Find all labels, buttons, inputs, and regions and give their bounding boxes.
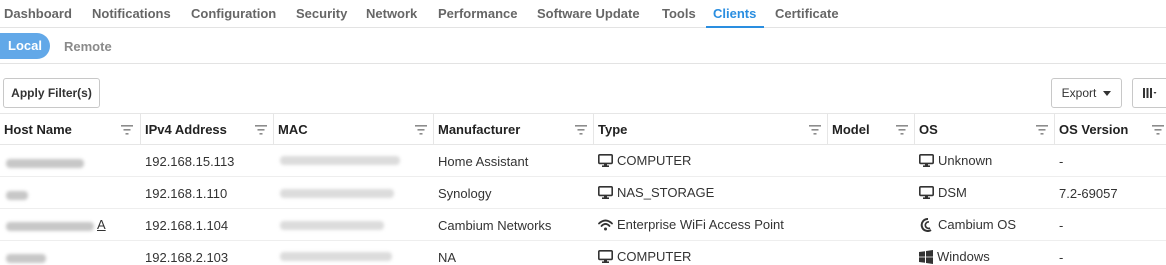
column-header-os[interactable]: OS xyxy=(914,114,1054,145)
redacted-host-name xyxy=(6,222,94,231)
column-header-ipv4-address[interactable]: IPv4 Address xyxy=(140,114,273,145)
column-label: Type xyxy=(598,122,628,137)
tab-clients[interactable]: Clients xyxy=(713,6,756,21)
column-label: Manufacturer xyxy=(438,122,521,137)
column-header-mac[interactable]: MAC xyxy=(273,114,433,145)
tab-network[interactable]: Network xyxy=(366,6,417,21)
manufacturer-cell: Home Assistant xyxy=(438,154,529,169)
redacted-mac xyxy=(280,156,400,165)
column-header-os-version[interactable]: OS Version xyxy=(1054,114,1166,145)
type-cell: COMPUTER xyxy=(598,249,691,264)
export-button[interactable]: Export xyxy=(1051,78,1122,108)
type-cell: Enterprise WiFi Access Point xyxy=(598,217,784,232)
tab-dashboard[interactable]: Dashboard xyxy=(4,6,72,21)
column-header-model[interactable]: Model xyxy=(827,114,914,145)
monitor-icon xyxy=(919,186,934,199)
column-label: Host Name xyxy=(4,122,72,137)
apply-filters-label: Apply Filter(s) xyxy=(11,86,92,100)
redacted-mac xyxy=(280,252,392,261)
monitor-icon xyxy=(598,186,613,199)
redacted-mac xyxy=(280,221,384,230)
column-header-type[interactable]: Type xyxy=(593,114,827,145)
redacted-host-name xyxy=(6,191,28,200)
sub-navigation: Local Remote xyxy=(0,28,1166,64)
tab-certificate[interactable]: Certificate xyxy=(775,6,839,21)
column-filter-icon[interactable] xyxy=(121,125,133,135)
column-chooser-icon xyxy=(1142,88,1156,98)
subtab-local[interactable]: Local xyxy=(0,33,50,59)
column-label: OS Version xyxy=(1059,122,1129,137)
monitor-icon xyxy=(598,154,613,167)
wifi-icon xyxy=(598,219,613,230)
table-row[interactable]: 192.168.2.103 NA COMPUTER Windows - xyxy=(0,241,1166,265)
column-filter-icon[interactable] xyxy=(1152,125,1164,135)
os-version-cell: - xyxy=(1059,154,1064,169)
column-filter-icon[interactable] xyxy=(575,125,587,135)
column-filter-icon[interactable] xyxy=(896,125,908,135)
manufacturer-cell: NA xyxy=(438,250,457,265)
windows-icon xyxy=(919,249,933,264)
os-version-cell: 7.2-69057 xyxy=(1059,186,1118,201)
os-cell: DSM xyxy=(919,185,967,200)
os-version-cell: - xyxy=(1059,218,1064,233)
type-label: Enterprise WiFi Access Point xyxy=(617,217,784,232)
subtab-remote[interactable]: Remote xyxy=(64,39,112,54)
os-cell: Windows xyxy=(919,249,990,264)
column-header-host-name[interactable]: Host Name xyxy=(0,114,140,145)
type-cell: NAS_STORAGE xyxy=(598,185,714,200)
type-label: NAS_STORAGE xyxy=(617,185,715,200)
os-label: Cambium OS xyxy=(938,217,1017,232)
apply-filters-button[interactable]: Apply Filter(s) xyxy=(3,78,100,108)
type-label: COMPUTER xyxy=(617,153,692,168)
column-filter-icon[interactable] xyxy=(255,125,267,135)
caret-down-icon xyxy=(1103,90,1112,96)
table-row[interactable]: A 192.168.1.104 Cambium Networks Enterpr… xyxy=(0,209,1166,241)
ipv4-cell: 192.168.15.113 xyxy=(145,154,235,169)
redacted-host-name xyxy=(6,254,46,263)
tab-configuration[interactable]: Configuration xyxy=(191,6,276,21)
export-label: Export xyxy=(1061,86,1097,100)
redacted-host-name xyxy=(6,159,84,168)
column-label: MAC xyxy=(278,122,308,137)
os-label: Unknown xyxy=(938,153,993,168)
tab-software-update[interactable]: Software Update xyxy=(537,6,640,21)
redacted-mac xyxy=(280,189,394,198)
ipv4-cell: 192.168.1.104 xyxy=(145,218,229,233)
column-chooser-button[interactable] xyxy=(1132,78,1166,108)
os-label: Windows xyxy=(937,249,990,264)
column-label: Model xyxy=(832,122,870,137)
column-filter-icon[interactable] xyxy=(1036,125,1048,135)
os-cell: Cambium OS xyxy=(919,217,1016,232)
os-cell: Unknown xyxy=(919,153,992,168)
manufacturer-cell: Synology xyxy=(438,186,492,201)
monitor-icon xyxy=(598,250,613,263)
tab-performance[interactable]: Performance xyxy=(438,6,517,21)
column-filter-icon[interactable] xyxy=(415,125,427,135)
tab-security[interactable]: Security xyxy=(296,6,347,21)
table-row[interactable]: 192.168.15.113 Home Assistant COMPUTER U… xyxy=(0,145,1166,177)
tab-notifications[interactable]: Notifications xyxy=(92,6,171,21)
column-filter-icon[interactable] xyxy=(809,125,821,135)
table-row[interactable]: 192.168.1.110 Synology NAS_STORAGE DSM 7… xyxy=(0,177,1166,209)
type-label: COMPUTER xyxy=(617,249,692,264)
monitor-icon xyxy=(919,154,934,167)
column-label: IPv4 Address xyxy=(145,122,227,137)
table-header: Host Name IPv4 Address MAC Manufacturer … xyxy=(0,113,1166,145)
top-navigation: Dashboard Notifications Configuration Se… xyxy=(0,0,1166,28)
tab-tools[interactable]: Tools xyxy=(662,6,696,21)
manufacturer-cell: Cambium Networks xyxy=(438,218,552,233)
type-cell: COMPUTER xyxy=(598,153,691,168)
column-label: OS xyxy=(919,122,938,137)
column-header-manufacturer[interactable]: Manufacturer xyxy=(433,114,593,145)
os-label: DSM xyxy=(938,185,967,200)
ipv4-cell: 192.168.1.110 xyxy=(145,186,228,201)
host-name-suffix: A xyxy=(97,217,106,232)
ipv4-cell: 192.168.2.103 xyxy=(145,250,229,265)
os-version-cell: - xyxy=(1059,250,1064,265)
cambium-logo-icon xyxy=(920,217,932,232)
